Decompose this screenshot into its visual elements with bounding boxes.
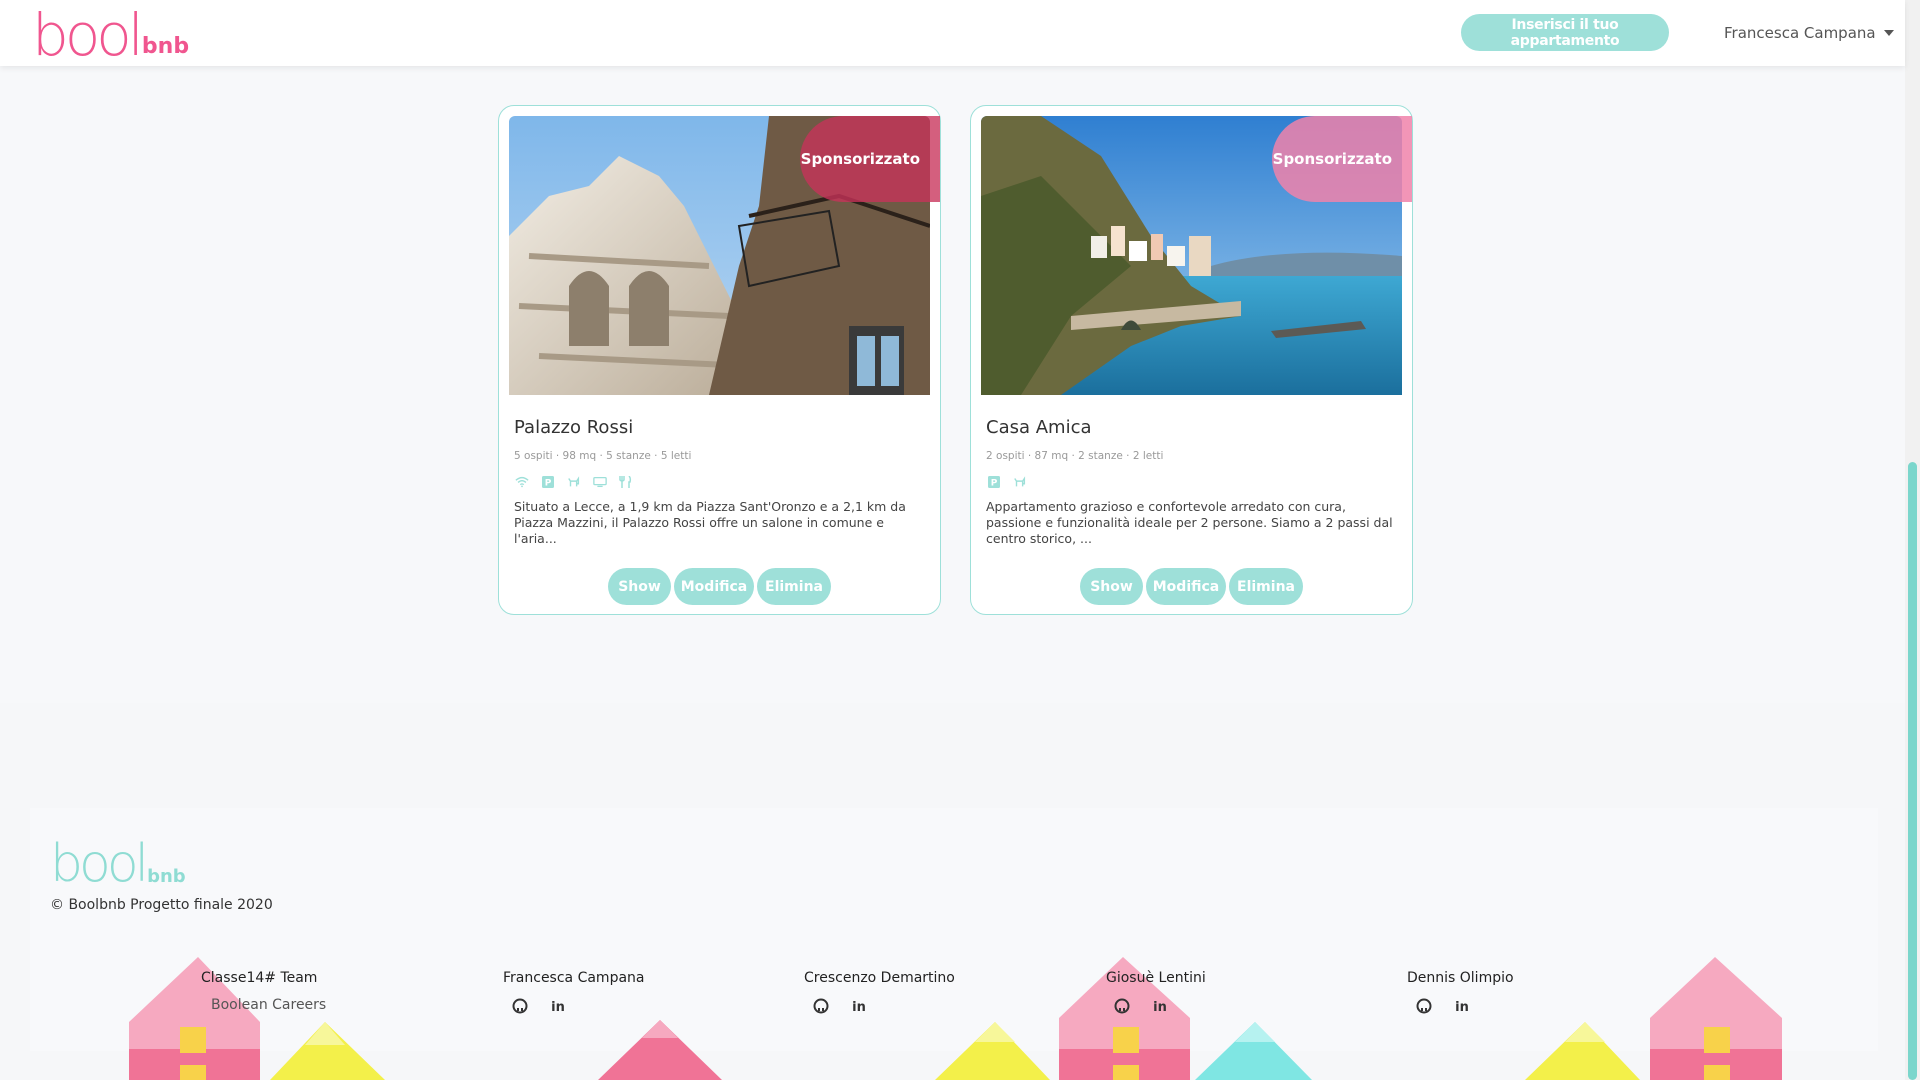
apartment-card: Sponsorizzato Casa Amica 2 ospiti · 87 m… — [970, 105, 1413, 615]
restaurant-icon — [618, 475, 634, 489]
show-button[interactable]: Show — [608, 568, 671, 605]
copyright-text: © Boolbnb Progetto finale 2020 — [50, 897, 273, 913]
scrollbar-thumb[interactable] — [1908, 462, 1917, 1080]
svg-text:in: in — [551, 1000, 565, 1014]
member-name: Dennis Olimpio — [1407, 970, 1514, 986]
delete-button[interactable]: Elimina — [1229, 568, 1303, 605]
sponsored-badge: Sponsorizzato — [1272, 116, 1412, 202]
github-icon[interactable] — [1414, 996, 1434, 1016]
user-menu-dropdown[interactable]: Francesca Campana — [1724, 22, 1894, 44]
amenities-list: P — [986, 475, 1028, 489]
member-social-links: in — [811, 996, 869, 1016]
github-icon[interactable] — [510, 996, 530, 1016]
tv-icon — [592, 475, 608, 489]
pets-icon — [566, 475, 582, 489]
logo-text-bnb: bnb — [141, 34, 190, 59]
linkedin-icon[interactable]: in — [548, 996, 568, 1016]
member-social-links: in — [1414, 996, 1472, 1016]
team-subtitle: Boolean Careers — [211, 997, 327, 1013]
delete-button[interactable]: Elimina — [757, 568, 831, 605]
edit-button[interactable]: Modifica — [1146, 568, 1226, 605]
apartment-description: Situato a Lecce, a 1,9 km da Piazza Sant… — [514, 499, 906, 546]
member-social-links: in — [510, 996, 568, 1016]
apartment-description: Appartamento grazioso e confortevole arr… — [986, 499, 1393, 546]
show-button[interactable]: Show — [1080, 568, 1143, 605]
card-actions: Show Modifica Elimina — [499, 568, 940, 605]
logo-text-bool: bool — [32, 1, 144, 69]
svg-text:P: P — [991, 479, 998, 489]
linkedin-icon[interactable]: in — [1150, 996, 1170, 1016]
svg-text:in: in — [852, 1000, 866, 1014]
brand-logo[interactable]: bool bnb — [32, 6, 189, 64]
member-name: Crescenzo Demartino — [804, 970, 955, 986]
team-title: Classe14# Team — [201, 970, 318, 986]
sponsored-badge: Sponsorizzato — [800, 116, 940, 202]
apartment-card: Sponsorizzato Palazzo Rossi 5 ospiti · 9… — [498, 105, 941, 615]
chevron-down-icon — [1883, 30, 1894, 36]
svg-text:in: in — [1153, 1000, 1167, 1014]
user-name: Francesca Campana — [1724, 24, 1876, 42]
member-name: Giosuè Lentini — [1106, 970, 1206, 986]
amenities-list: P — [514, 475, 634, 489]
edit-button[interactable]: Modifica — [674, 568, 754, 605]
card-actions: Show Modifica Elimina — [971, 568, 1412, 605]
pets-icon — [1012, 475, 1028, 489]
linkedin-icon[interactable]: in — [1452, 996, 1472, 1016]
apartment-title: Palazzo Rossi — [514, 417, 634, 438]
member-name: Francesca Campana — [503, 970, 645, 986]
github-icon[interactable] — [811, 996, 831, 1016]
apartment-meta: 2 ospiti · 87 mq · 2 stanze · 2 letti — [986, 450, 1164, 462]
footer-logo-text-bnb: bnb — [147, 866, 186, 887]
parking-icon: P — [986, 475, 1002, 489]
apartment-meta: 5 ospiti · 98 mq · 5 stanze · 5 letti — [514, 450, 692, 462]
github-icon[interactable] — [1112, 996, 1132, 1016]
footer-logo[interactable]: bool bnb — [50, 838, 186, 890]
linkedin-icon[interactable]: in — [849, 996, 869, 1016]
apartment-title: Casa Amica — [986, 417, 1092, 438]
member-social-links: in — [1112, 996, 1170, 1016]
footer-panel — [30, 808, 1878, 1051]
parking-icon: P — [540, 475, 556, 489]
navbar: bool bnb Inserisci il tuo appartamento F… — [0, 0, 1905, 66]
svg-text:P: P — [545, 479, 552, 489]
svg-text:in: in — [1455, 1000, 1469, 1014]
footer-logo-text-bool: bool — [50, 834, 149, 894]
wifi-icon — [514, 475, 530, 489]
add-apartment-button[interactable]: Inserisci il tuo appartamento — [1461, 14, 1669, 51]
